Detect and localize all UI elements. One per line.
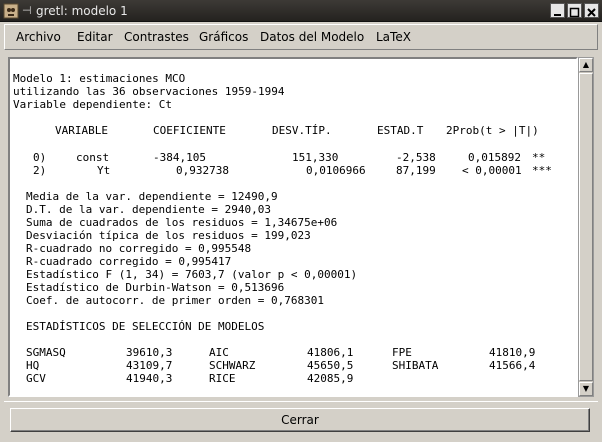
row-se: 0,0106966 (306, 164, 366, 177)
output-header-line: utilizando las 36 observaciones 1959-199… (13, 85, 285, 98)
row-se: 151,330 (292, 151, 339, 164)
scroll-down-button[interactable]: ▼ (579, 382, 593, 396)
stat-line: D.T. de la var. dependiente = 2940,03 (26, 203, 272, 216)
sel-name: SCHWARZ (209, 359, 256, 372)
col-header-se: DESV.TÍP. (272, 124, 332, 137)
stat-line: Desviación típica de los residuos = 199,… (26, 229, 311, 242)
cerrar-button[interactable]: Cerrar (10, 408, 590, 432)
scroll-thumb[interactable] (579, 73, 593, 381)
maximize-icon (569, 7, 580, 18)
sel-value: 41806,1 (307, 346, 354, 359)
stat-line: Suma de cuadrados de los residuos = 1,34… (26, 216, 338, 229)
row-index: 0) (33, 151, 47, 164)
row-variable: const (76, 151, 110, 164)
row-index: 2) (33, 164, 47, 177)
row-p: < 0,00001 (462, 164, 522, 177)
stat-line: R-cuadrado corregido = 0,995417 (26, 255, 232, 268)
sel-value: 41810,9 (489, 346, 536, 359)
row-stars: *** (532, 164, 552, 177)
menu-editar[interactable]: Editar (77, 30, 113, 44)
title-bar: ⊣ gretl: modelo 1 (0, 0, 602, 22)
menu-datos-del-modelo[interactable]: Datos del Modelo (260, 30, 364, 44)
vertical-scrollbar[interactable]: ▲ ▼ (578, 57, 594, 397)
sel-name: SGMASQ (26, 346, 66, 359)
menu-archivo[interactable]: Archivo (16, 30, 61, 44)
minimize-icon (554, 14, 561, 16)
sel-name: GCV (26, 372, 46, 385)
sel-value: 42085,9 (307, 372, 354, 385)
row-t: -2,538 (396, 151, 436, 164)
model-output-text[interactable]: Modelo 1: estimaciones MCO utilizando la… (8, 57, 578, 397)
sel-value: 41940,3 (126, 372, 173, 385)
row-coef: 0,932738 (176, 164, 229, 177)
menu-bar: Archivo Editar Contrastes Gráficos Datos… (4, 24, 598, 50)
close-window-button[interactable] (584, 3, 599, 18)
sel-name: FPE (392, 346, 412, 359)
col-header-p: 2Prob(t > |T|) (446, 124, 539, 137)
arrow-up-icon: ▲ (582, 60, 590, 69)
maximize-button[interactable] (567, 3, 582, 18)
button-bar: Cerrar (4, 401, 598, 437)
output-header-line: Modelo 1: estimaciones MCO (13, 72, 186, 85)
arrow-down-icon: ▼ (582, 384, 590, 393)
stat-line: Estadístico de Durbin-Watson = 0,513696 (26, 281, 285, 294)
row-coef: -384,105 (153, 151, 206, 164)
window-title: gretl: modelo 1 (36, 4, 128, 18)
menu-contrastes[interactable]: Contrastes (124, 30, 189, 44)
menu-latex[interactable]: LaTeX (376, 30, 411, 44)
stat-line: R-cuadrado no corregido = 0,995548 (26, 242, 252, 255)
sel-name: RICE (209, 372, 236, 385)
sel-value: 45650,5 (307, 359, 354, 372)
row-p: 0,015892 (468, 151, 521, 164)
row-t: 87,199 (396, 164, 436, 177)
sel-name: SHIBATA (392, 359, 439, 372)
stat-line: Coef. de autocorr. de primer orden = 0,7… (26, 294, 325, 307)
sel-value: 39610,3 (126, 346, 173, 359)
stat-line: Estadístico F (1, 34) = 7603,7 (valor p … (26, 268, 358, 281)
col-header-coef: COEFICIENTE (153, 124, 226, 137)
scroll-up-button[interactable]: ▲ (579, 58, 593, 72)
col-header-variable: VARIABLE (55, 124, 108, 137)
selection-title: ESTADÍSTICOS DE SELECCIÓN DE MODELOS (26, 320, 265, 333)
minimize-button[interactable] (550, 3, 565, 18)
sel-name: HQ (26, 359, 40, 372)
pin-icon[interactable]: ⊣ (22, 4, 32, 17)
row-variable: Yt (97, 164, 111, 177)
col-header-t: ESTAD.T (377, 124, 424, 137)
output-header-line: Variable dependiente: Ct (13, 98, 172, 111)
stat-line: Media de la var. dependiente = 12490,9 (26, 190, 278, 203)
sel-value: 41566,4 (489, 359, 536, 372)
sel-value: 43109,7 (126, 359, 173, 372)
row-stars: ** (532, 151, 546, 164)
gretl-app-icon[interactable] (3, 3, 19, 19)
menu-graficos[interactable]: Gráficos (199, 30, 248, 44)
sel-name: AIC (209, 346, 229, 359)
close-icon (587, 8, 596, 17)
